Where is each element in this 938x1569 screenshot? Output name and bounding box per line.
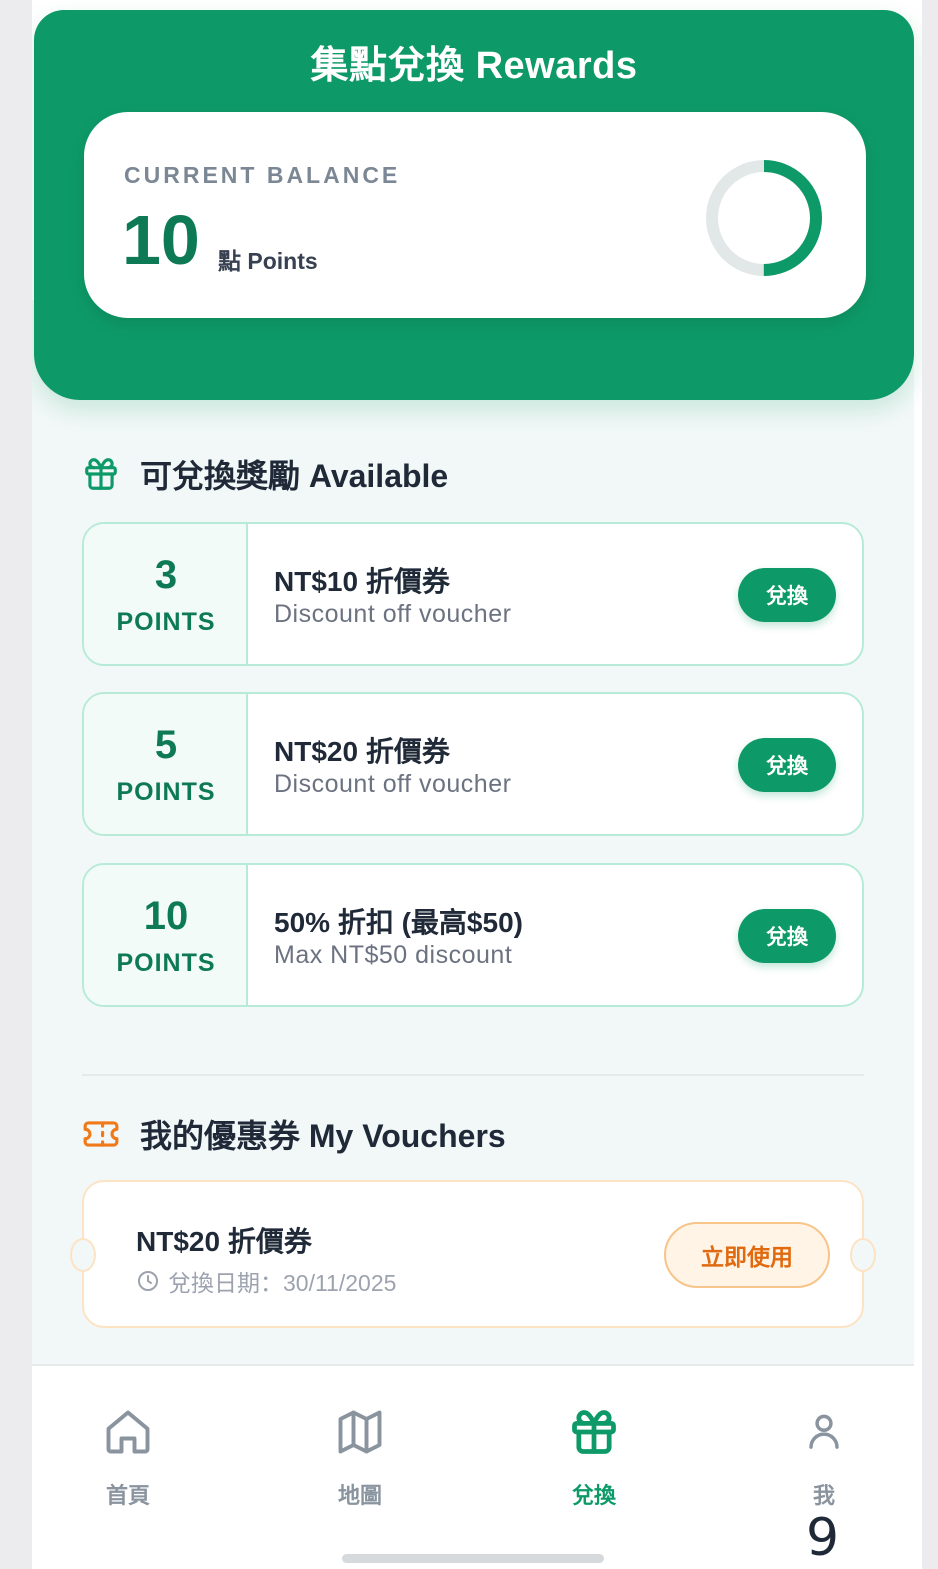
reward-points-label: POINTS <box>116 608 216 636</box>
rewards-screen: 集點兌換 Rewards CURRENT BALANCE 10 點 Points… <box>32 0 922 1569</box>
reward-points-panel: 3 POINTS <box>84 524 248 664</box>
balance-unit: 點 Points <box>218 248 318 274</box>
tab-redeem[interactable]: 兌換 <box>534 1406 654 1510</box>
redeem-button[interactable]: 兌換 <box>738 568 836 622</box>
redeem-button[interactable]: 兌換 <box>738 738 836 792</box>
reward-subtitle: Max NT$50 discount <box>274 941 513 969</box>
clock-icon <box>138 1271 158 1291</box>
balance-value: 10 <box>122 201 200 279</box>
voucher-card: NT$20 折價券 兌換日期：30/11/2025 立即使用 <box>70 1180 876 1328</box>
tab-map-label: 地圖 <box>337 1483 382 1508</box>
screen-right-bezel <box>922 0 938 1569</box>
tab-profile-label: 我 <box>812 1483 835 1508</box>
reward-points-panel: 5 POINTS <box>84 694 248 834</box>
reward-card: 10 POINTS 50% 折扣 (最高$50) Max NT$50 disco… <box>82 863 864 1007</box>
vouchers-title-text: 我的優惠券 My Vouchers <box>140 1118 506 1154</box>
page-title: 集點兌換 Rewards <box>310 45 638 87</box>
tab-redeem-label: 兌換 <box>571 1483 616 1508</box>
reward-points-value: 10 <box>143 894 189 938</box>
home-indicator[interactable] <box>342 1554 604 1563</box>
reward-points-value: 5 <box>154 723 178 767</box>
redeem-button[interactable]: 兌換 <box>738 909 836 963</box>
user-icon <box>809 1414 839 1449</box>
gift-icon <box>572 1410 616 1454</box>
screen-left-bezel <box>0 0 32 1569</box>
reward-points-panel: 10 POINTS <box>84 865 248 1005</box>
home-icon <box>106 1410 150 1454</box>
tab-home[interactable]: 首頁 <box>68 1406 188 1510</box>
reward-subtitle: Discount off voucher <box>274 600 512 628</box>
voucher-date-text: 兌換日期：30/11/2025 <box>168 1270 397 1296</box>
reward-points-value: 3 <box>154 553 178 597</box>
reward-points-label: POINTS <box>116 778 216 806</box>
available-title-text: 可兌換獎勵 Available <box>140 458 449 494</box>
reward-title: 50% 折扣 (最高$50) <box>274 907 523 938</box>
reward-points-label: POINTS <box>116 949 216 977</box>
page-number: 9 <box>806 1508 840 1568</box>
reward-subtitle: Discount off voucher <box>274 770 512 798</box>
rewards-header: 集點兌換 Rewards CURRENT BALANCE 10 點 Points <box>34 10 914 400</box>
voucher-date: 兌換日期：30/11/2025 <box>136 1264 396 1298</box>
reward-card: 5 POINTS NT$20 折價券 Discount off voucher … <box>82 692 864 836</box>
ticket-icon <box>83 1121 119 1147</box>
bottom-tab-bar: 首頁 地圖 兌換 我 <box>32 1364 914 1569</box>
voucher-notch-right <box>850 1238 876 1272</box>
section-divider <box>82 1074 864 1076</box>
available-section-title: 可兌換獎勵 Available <box>82 454 448 494</box>
voucher-notch-left <box>70 1238 96 1272</box>
balance-card: CURRENT BALANCE 10 點 Points <box>84 112 866 318</box>
gift-icon <box>85 458 117 490</box>
reward-card: 3 POINTS NT$10 折價券 Discount off voucher … <box>82 522 864 666</box>
voucher-title: NT$20 折價券 <box>136 1226 312 1257</box>
balance-progress-ring <box>706 160 822 276</box>
reward-title: NT$10 折價券 <box>274 566 450 597</box>
use-now-button[interactable]: 立即使用 <box>664 1222 830 1288</box>
balance-label: CURRENT BALANCE <box>124 162 401 188</box>
reward-title: NT$20 折價券 <box>274 736 450 767</box>
map-icon <box>338 1410 382 1454</box>
tab-profile[interactable]: 我 <box>764 1406 884 1510</box>
vouchers-section-title: 我的優惠券 My Vouchers <box>82 1114 506 1154</box>
tab-map[interactable]: 地圖 <box>300 1406 420 1510</box>
tab-home-label: 首頁 <box>105 1483 150 1508</box>
